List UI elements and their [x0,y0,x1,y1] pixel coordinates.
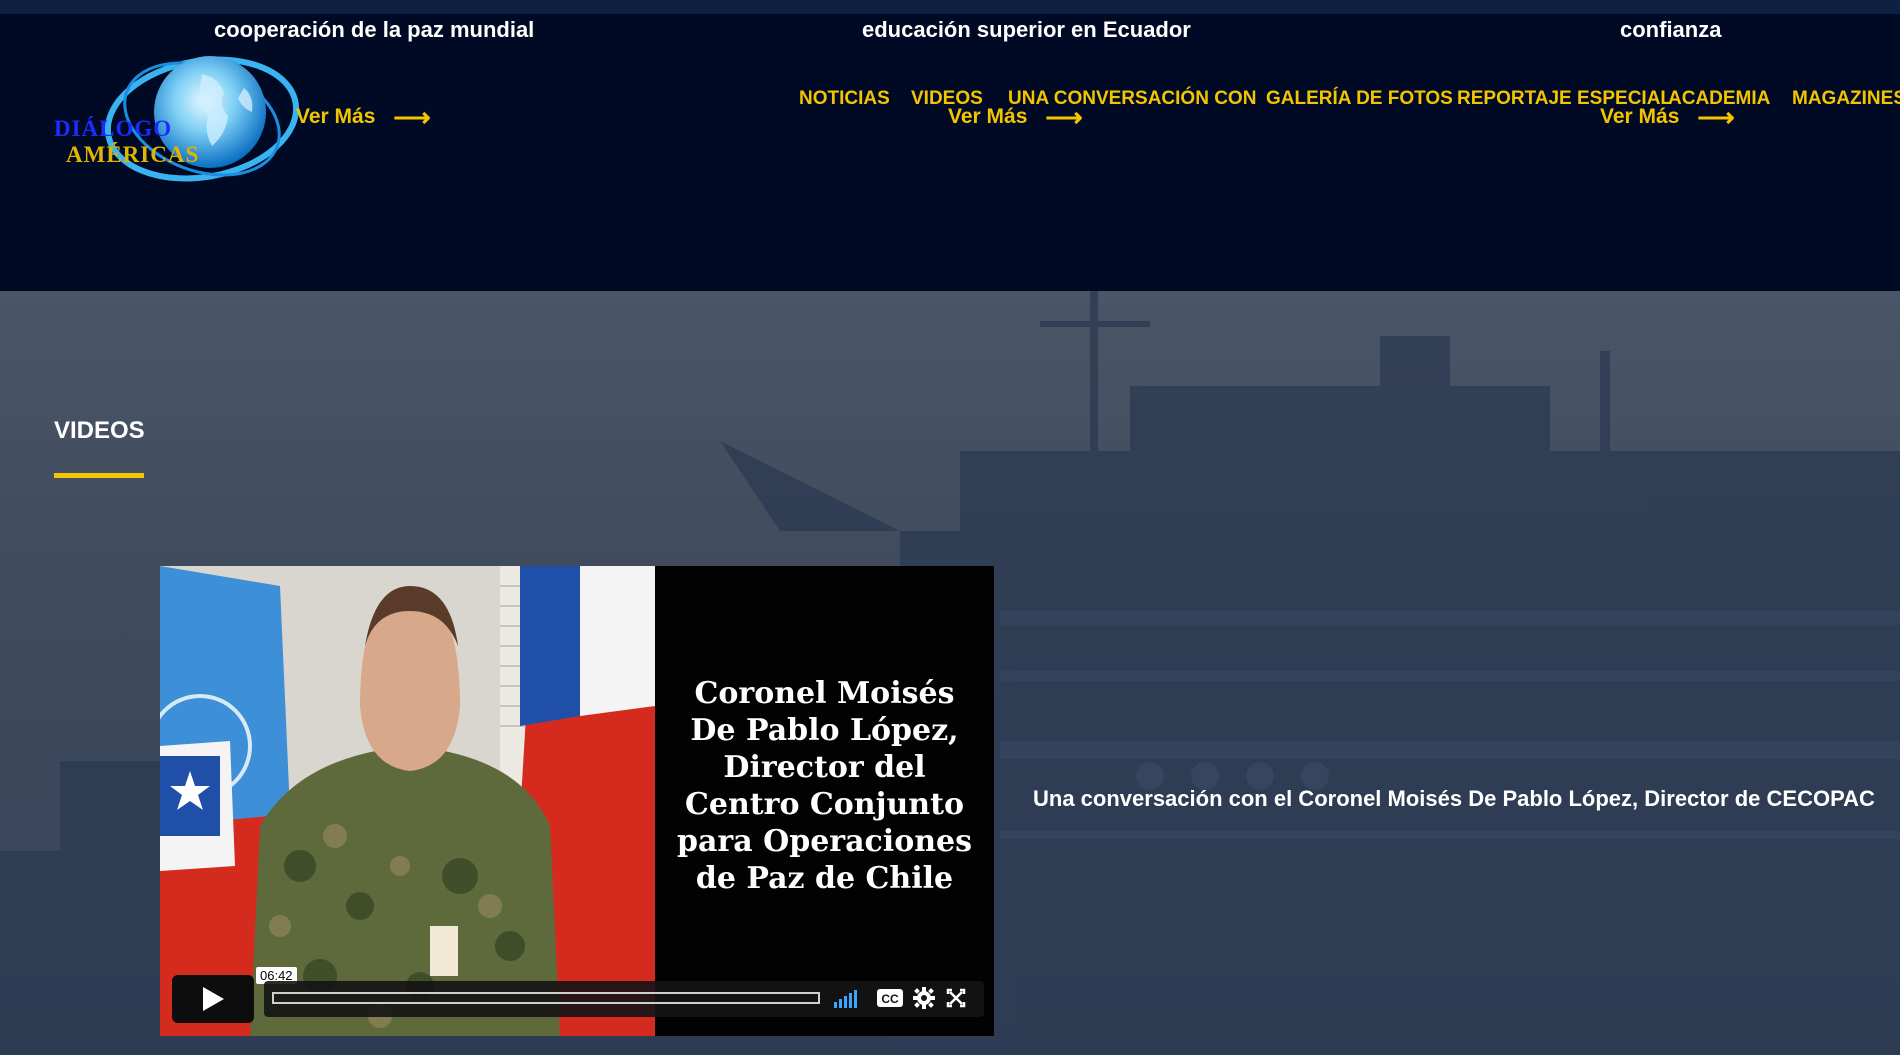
section-title-underline [54,473,144,478]
play-icon [203,987,224,1011]
site-header: cooperación de la paz mundial educación … [0,14,1900,291]
nav-item-una-conversacion[interactable]: UNA CONVERSACIÓN CON [1008,88,1256,110]
control-bar: CC [264,981,984,1017]
nav-item-reportaje[interactable]: REPORTAJE ESPECIAL [1457,88,1672,110]
logo-line-2: AMÉRICAS [66,142,200,167]
nav-item-videos[interactable]: VIDEOS [911,88,983,110]
progress-bar[interactable] [272,992,820,1004]
volume-icon[interactable] [832,986,862,1010]
video-title-text: Coronel Moisés De Pablo López, Director … [676,676,972,896]
logo-line-1: DIÁLOGO [54,116,173,141]
video-controls: 06:42 CC [172,967,984,1023]
nav-item-noticias[interactable]: NOTICIAS [799,88,890,110]
gear-icon[interactable] [912,986,936,1010]
svg-text:CC: CC [881,992,899,1006]
video-thumbnail-image [160,566,655,1036]
video-title-card: Coronel Moisés De Pablo López, Director … [655,566,994,1036]
carousel-caption-2[interactable]: educación superior en Ecuador [862,17,1191,43]
section-title: VIDEOS [54,417,145,444]
video-caption[interactable]: Una conversación con el Coronel Moisés D… [1033,786,1875,812]
main-nav: NOTICIAS VIDEOS UNA CONVERSACIÓN CON GAL… [0,88,1900,118]
nav-item-academia[interactable]: ACADEMIA [1668,88,1770,110]
video-player[interactable]: Coronel Moisés De Pablo López, Director … [160,566,994,1036]
nav-item-galeria[interactable]: GALERÍA DE FOTOS [1266,88,1453,110]
play-button[interactable] [172,975,254,1023]
top-strip [0,0,1900,14]
cc-icon[interactable]: CC [876,986,904,1010]
fullscreen-icon[interactable] [946,986,966,1010]
carousel-caption-3[interactable]: confianza [1620,17,1721,43]
carousel-caption-1[interactable]: cooperación de la paz mundial [214,17,534,43]
nav-item-magazines[interactable]: MAGAZINES [1792,88,1900,110]
videos-hero: VIDEOS Coronel Moisés De Pablo López, Di… [0,291,1900,1055]
